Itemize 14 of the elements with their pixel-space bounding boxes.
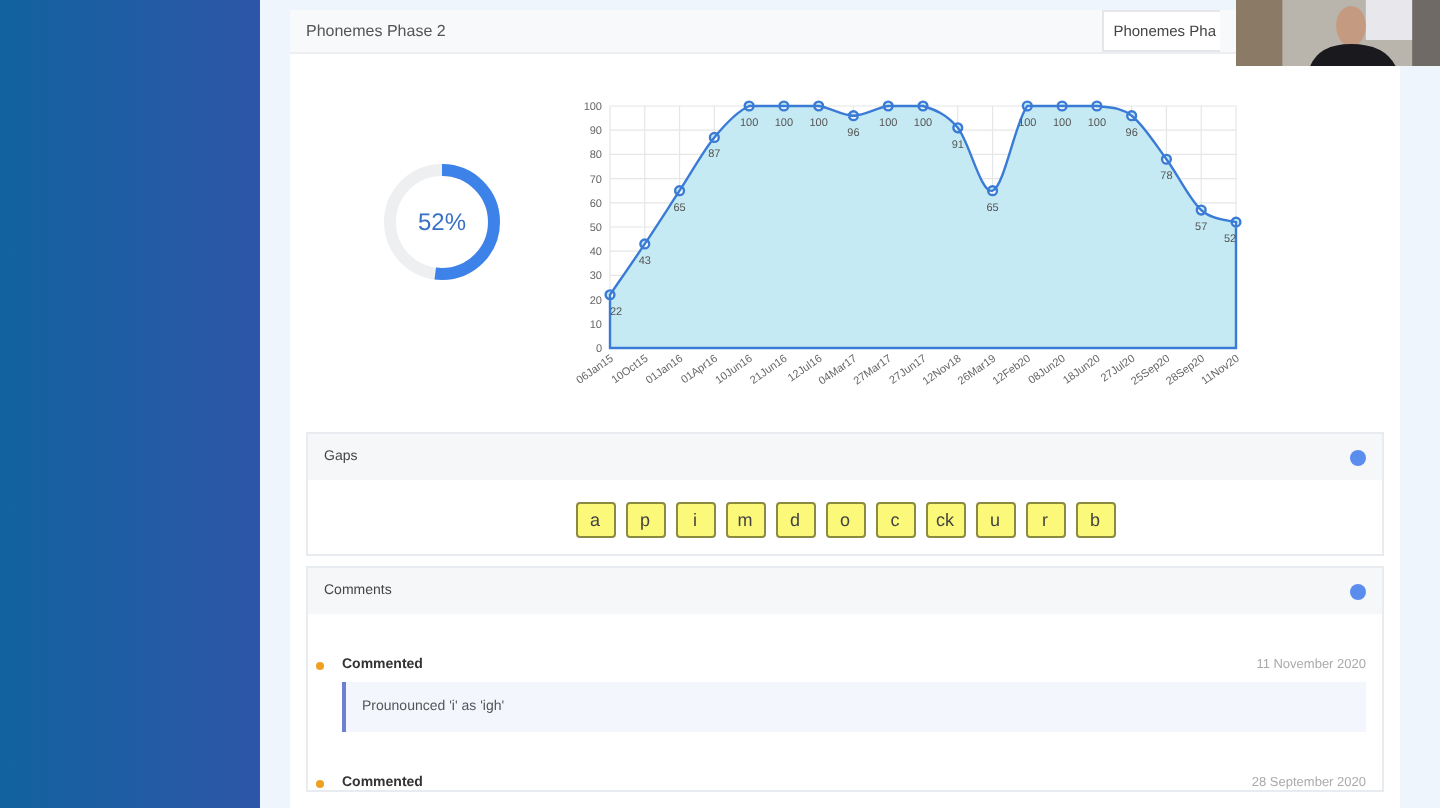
progress-percent: 52% (417, 208, 467, 236)
letter-tile: d (775, 502, 815, 538)
letter-tile: o (825, 502, 865, 538)
card-title: Phonemes Phase 2 (306, 22, 446, 40)
letter-tile: r (1025, 502, 1065, 538)
letter-tile: m (725, 502, 765, 538)
letter-tile: i (675, 502, 715, 538)
letter-tile: ck (925, 502, 965, 538)
letter-tile: p (625, 502, 665, 538)
letter-tile: b (1075, 502, 1115, 538)
progress-ring (378, 158, 506, 286)
letter-tile: u (975, 502, 1015, 538)
letter-tile: c (875, 502, 915, 538)
letter-tile: a (575, 502, 615, 538)
